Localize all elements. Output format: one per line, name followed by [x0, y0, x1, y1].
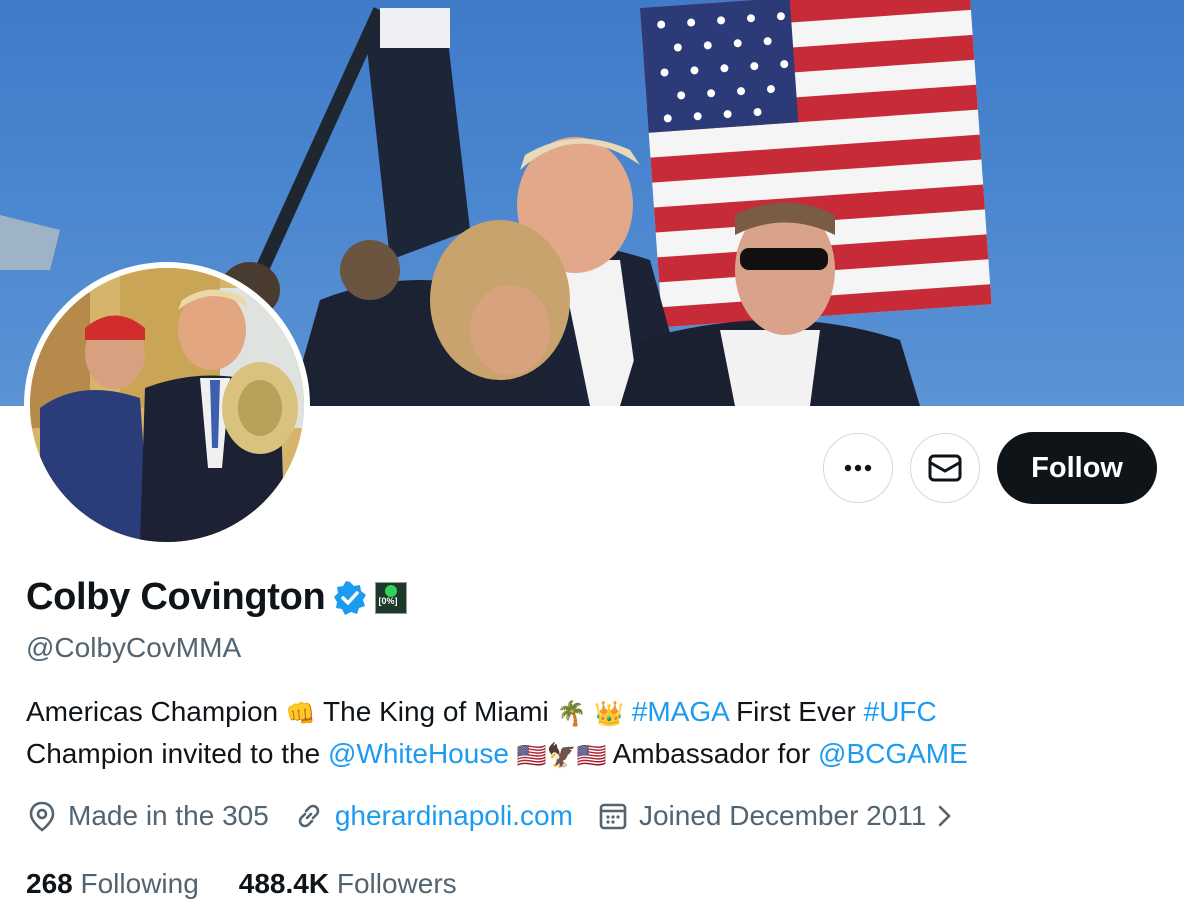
us-flag-icon: 🇺🇸	[576, 741, 607, 770]
mention-bcgame-link[interactable]: @BCGAME	[818, 738, 968, 769]
calendar-icon	[599, 803, 627, 830]
eagle-icon: 🦅	[546, 741, 577, 770]
followers-label: Followers	[336, 868, 457, 899]
affiliate-badge-icon[interactable]: [0%]	[375, 581, 408, 614]
joined-date[interactable]: Joined December 2011	[597, 800, 954, 832]
avatar-image	[30, 268, 304, 542]
link-icon	[298, 804, 320, 828]
affiliate-badge-label: [0%]	[378, 595, 398, 606]
location-pin-icon	[29, 801, 55, 832]
profile-actions: Follow	[823, 432, 1157, 504]
us-flag-icon: 🇺🇸	[516, 741, 547, 770]
bio-text: Champion invited to the	[26, 737, 328, 769]
verified-badge-icon[interactable]	[333, 580, 367, 615]
fist-icon: 👊	[285, 699, 316, 728]
location-text: Made in the 305	[68, 800, 269, 831]
following-count: 268	[26, 868, 73, 899]
bio-text: The King of Miami	[315, 696, 557, 727]
website-link[interactable]: gherardinapoli.com	[335, 800, 573, 832]
bio-text: Ambassador for	[606, 737, 819, 769]
more-button[interactable]	[823, 433, 894, 503]
profile-stats: 268 Following 488.4K Followers	[26, 868, 457, 900]
bio-text: Americas Champion	[26, 696, 286, 727]
chevron-right-icon	[939, 805, 952, 827]
followers-stat[interactable]: 488.4K Followers	[239, 868, 457, 900]
location: Made in the 305	[26, 800, 269, 832]
mention-whitehouse-link[interactable]: @WhiteHouse	[328, 738, 509, 769]
profile-bio: Americas Champion 👊 The King of Miami 🌴 …	[26, 692, 1146, 775]
followers-count: 488.4K	[238, 868, 330, 899]
display-name: Colby Covington	[26, 576, 326, 618]
profile-name-row: Colby Covington [0%]	[26, 576, 408, 619]
following-stat[interactable]: 268 Following	[26, 868, 199, 900]
website[interactable]: gherardinapoli.com	[293, 800, 573, 832]
more-icon	[844, 464, 872, 472]
following-label: Following	[80, 868, 199, 899]
palm-tree-icon: 🌴	[556, 699, 587, 728]
hashtag-maga-link[interactable]: #MAGA	[632, 696, 728, 727]
joined-text: Joined December 2011	[638, 800, 927, 831]
follow-button[interactable]: Follow	[997, 432, 1157, 504]
bio-text: First Ever	[728, 696, 864, 727]
message-button[interactable]	[910, 433, 981, 503]
user-handle: @ColbyCovMMA	[26, 632, 242, 663]
hashtag-ufc-link[interactable]: #UFC	[864, 696, 937, 727]
profile-avatar[interactable]	[24, 262, 310, 548]
crown-icon: 👑	[594, 699, 625, 728]
envelope-icon	[928, 454, 962, 482]
profile-meta: Made in the 305 gherardinapoli.com Joine…	[26, 800, 978, 832]
